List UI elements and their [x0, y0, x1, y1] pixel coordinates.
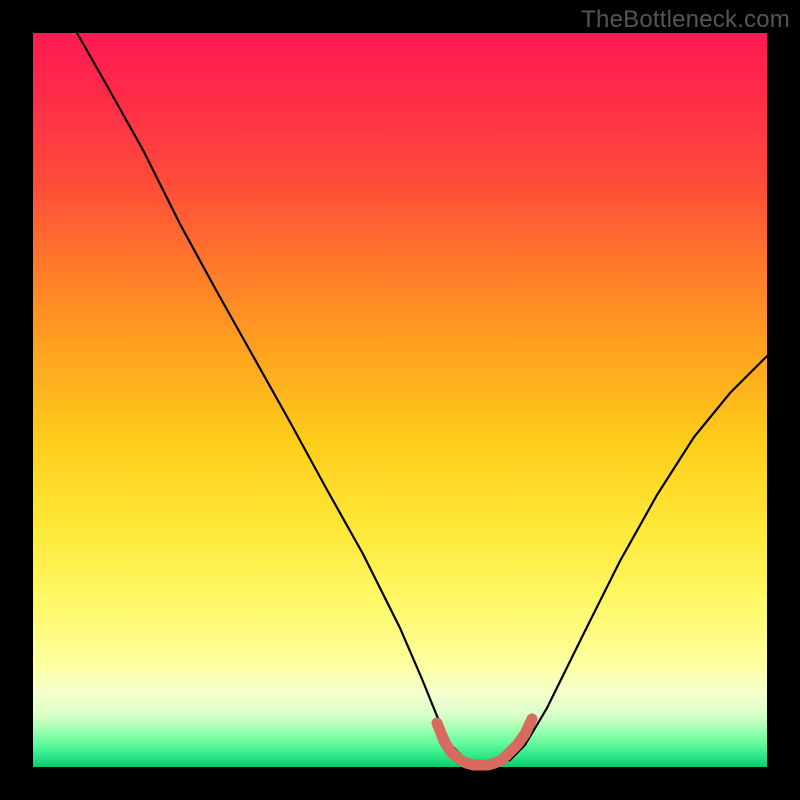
plot-area: [33, 33, 767, 767]
bottom-highlight: [437, 719, 532, 765]
watermark-text: TheBottleneck.com: [581, 6, 790, 34]
curve-layer: [33, 33, 767, 767]
chart-frame: TheBottleneck.com: [0, 0, 800, 800]
bottleneck-curve: [77, 33, 767, 765]
